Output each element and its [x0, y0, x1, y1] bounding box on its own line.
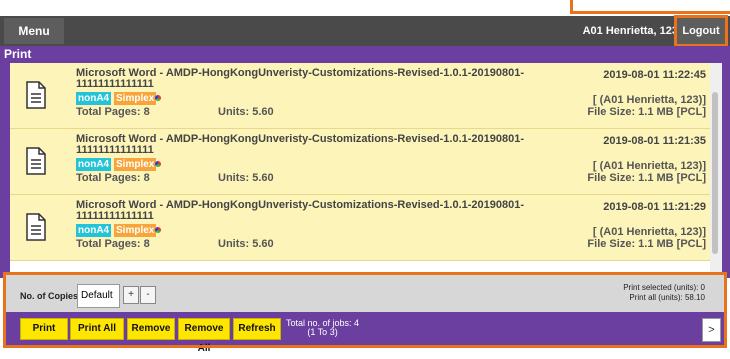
job-size: File Size: 1.1 MB [PCL]: [587, 238, 706, 250]
job-owner: [ (A01 Henrietta, 123)]: [592, 226, 706, 238]
paper-badge: nonA4: [76, 158, 112, 171]
user-label: A01 Henrietta, 123: [582, 25, 678, 37]
job-pages: Total Pages: 8: [76, 238, 150, 250]
color-icon: [155, 227, 161, 233]
highlight-frame-top: [570, 0, 730, 14]
job-list: Microsoft Word - AMDP-HongKongUnveristy-…: [10, 63, 710, 273]
job-title: Microsoft Word - AMDP-HongKongUnveristy-…: [76, 199, 525, 222]
job-time: 2019-08-01 11:22:45: [603, 69, 706, 81]
color-icon: [155, 95, 161, 101]
duplex-badge: Simplex: [114, 224, 157, 237]
job-row[interactable]: Microsoft Word - AMDP-HongKongUnveristy-…: [10, 129, 710, 195]
job-pages: Total Pages: 8: [76, 172, 150, 184]
job-size: File Size: 1.1 MB [PCL]: [587, 172, 706, 184]
duplex-badge: Simplex: [114, 92, 157, 105]
menu-button[interactable]: Menu: [4, 18, 64, 44]
document-icon: [26, 213, 46, 241]
job-row[interactable]: Microsoft Word - AMDP-HongKongUnveristy-…: [10, 63, 710, 129]
job-time: 2019-08-01 11:21:35: [603, 135, 706, 147]
job-size: File Size: 1.1 MB [PCL]: [587, 106, 706, 118]
paper-badge: nonA4: [76, 224, 112, 237]
logout-button[interactable]: Logout: [674, 15, 728, 47]
section-title: Print: [4, 47, 32, 61]
job-title: Microsoft Word - AMDP-HongKongUnveristy-…: [76, 67, 525, 90]
document-icon: [26, 81, 46, 109]
job-time: 2019-08-01 11:21:29: [603, 201, 706, 213]
color-icon: [155, 161, 161, 167]
job-row[interactable]: Microsoft Word - AMDP-HongKongUnveristy-…: [10, 195, 710, 261]
document-icon: [26, 147, 46, 175]
highlight-frame-bottom: [3, 272, 727, 348]
job-owner: [ (A01 Henrietta, 123)]: [592, 94, 706, 106]
job-units: Units: 5.60: [218, 106, 274, 118]
job-title: Microsoft Word - AMDP-HongKongUnveristy-…: [76, 133, 525, 156]
job-pages: Total Pages: 8: [76, 106, 150, 118]
scrollbar-thumb[interactable]: [712, 92, 718, 254]
paper-badge: nonA4: [76, 92, 112, 105]
job-owner: [ (A01 Henrietta, 123)]: [592, 160, 706, 172]
job-units: Units: 5.60: [218, 172, 274, 184]
job-units: Units: 5.60: [218, 238, 274, 250]
duplex-badge: Simplex: [114, 158, 157, 171]
